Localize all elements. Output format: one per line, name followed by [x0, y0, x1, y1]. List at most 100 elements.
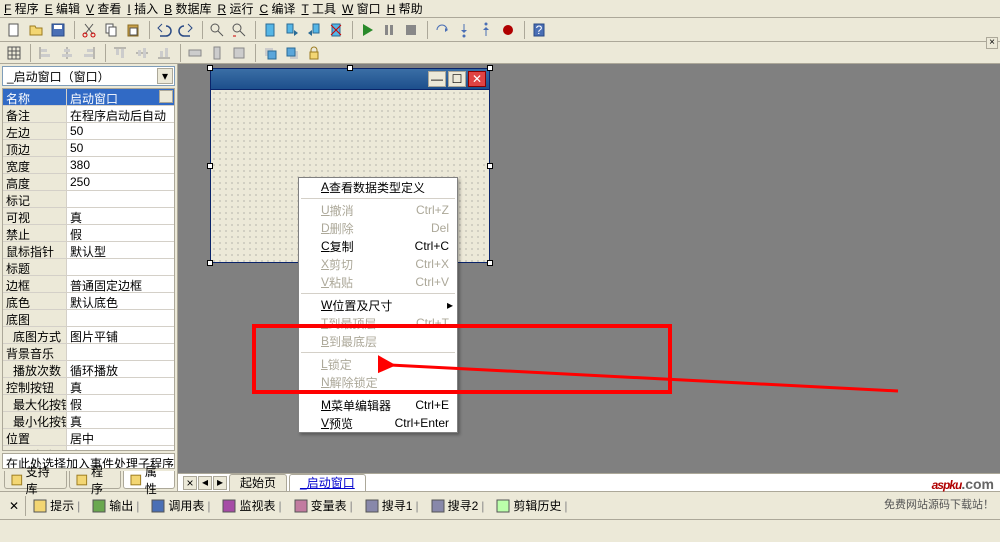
bookmark-clear-icon[interactable] [326, 20, 346, 40]
output-tab-提示[interactable]: 提示 | [28, 496, 85, 516]
panel-close-icon[interactable]: × [986, 37, 998, 49]
property-value[interactable]: 50 [67, 140, 174, 156]
same-height-icon[interactable] [207, 43, 227, 63]
form-titlebar[interactable]: — ☐ ✕ [210, 68, 490, 90]
output-collapse-icon[interactable]: ✕ [4, 496, 26, 516]
dropdown-arrow-icon[interactable]: ▾ [157, 68, 173, 84]
undo-icon[interactable] [154, 20, 174, 40]
resize-handle[interactable] [487, 260, 493, 266]
design-canvas[interactable]: — ☐ ✕ A 查看数据类型定义U 撤消Ctrl+ZD 删除DelC 复制Ctr… [178, 64, 1000, 491]
property-row[interactable]: 可视真 [3, 208, 174, 225]
align-right-icon[interactable] [79, 43, 99, 63]
new-icon[interactable] [4, 20, 24, 40]
output-tab-搜寻2[interactable]: 搜寻2 | [426, 496, 490, 516]
property-row[interactable]: 备注在程序启动后自动 [3, 106, 174, 123]
menu-数据库[interactable]: B 数据库 [164, 0, 211, 17]
tab-close-icon[interactable]: × [183, 476, 197, 490]
step-over-icon[interactable] [432, 20, 452, 40]
panel-tab-属性[interactable]: 属性 [123, 471, 175, 489]
resize-handle[interactable] [487, 65, 493, 71]
same-width-icon[interactable] [185, 43, 205, 63]
property-row[interactable]: 位置居中 [3, 429, 174, 446]
property-value[interactable]: 普通固定边框 [67, 276, 174, 292]
close-icon[interactable]: ✕ [468, 71, 486, 87]
minimize-icon[interactable]: — [428, 71, 446, 87]
property-row[interactable]: 底图 [3, 310, 174, 327]
property-value[interactable]: 默认型 [67, 242, 174, 258]
property-value[interactable]: 图片平铺 [67, 327, 174, 343]
property-value[interactable] [67, 344, 174, 360]
redo-icon[interactable] [176, 20, 196, 40]
property-row[interactable]: 边框普通固定边框 [3, 276, 174, 293]
menu-编辑[interactable]: E 编辑 [45, 0, 80, 17]
property-row[interactable]: 高度250 [3, 174, 174, 191]
property-row[interactable]: 最小化按钮真 [3, 412, 174, 429]
menu-插入[interactable]: I 插入 [127, 0, 158, 17]
step-into-icon[interactable] [454, 20, 474, 40]
property-value[interactable]: 380 [67, 157, 174, 173]
front-icon[interactable] [260, 43, 280, 63]
resize-handle[interactable] [207, 260, 213, 266]
property-row[interactable]: 可否移动真 [3, 446, 174, 451]
property-value[interactable]: 假 [67, 395, 174, 411]
align-middle-icon[interactable] [132, 43, 152, 63]
property-value[interactable]: 居中 [67, 429, 174, 445]
tab-scroll-left-icon[interactable]: ◂ [198, 476, 212, 490]
property-row[interactable]: 最大化按钮假 [3, 395, 174, 412]
menu-编译[interactable]: C 编译 [259, 0, 295, 17]
property-value[interactable]: 默认底色 [67, 293, 174, 309]
property-value[interactable]: 在程序启动后自动 [67, 106, 174, 122]
resize-handle[interactable] [207, 163, 213, 169]
menu-程序[interactable]: F 程序 [4, 0, 39, 17]
property-value[interactable]: 真 [67, 412, 174, 428]
property-value[interactable] [67, 259, 174, 275]
cut-icon[interactable] [79, 20, 99, 40]
find-icon[interactable] [207, 20, 227, 40]
property-value[interactable]: 假 [67, 225, 174, 241]
property-row[interactable]: 播放次数循环播放 [3, 361, 174, 378]
bookmark-prev-icon[interactable] [304, 20, 324, 40]
property-row[interactable]: 鼠标指针默认型 [3, 242, 174, 259]
output-tab-监视表[interactable]: 监视表 | [217, 496, 286, 516]
run-icon[interactable] [357, 20, 377, 40]
property-row[interactable]: 底图方式图片平铺 [3, 327, 174, 344]
file-tab[interactable]: _启动窗口 [289, 474, 366, 491]
bookmark-toggle-icon[interactable] [260, 20, 280, 40]
property-value[interactable]: 真 [67, 208, 174, 224]
help-icon[interactable]: ? [529, 20, 549, 40]
maximize-icon[interactable]: ☐ [448, 71, 466, 87]
property-value[interactable] [67, 310, 174, 326]
panel-tab-支持库[interactable]: 支持库 [4, 471, 67, 489]
paste-icon[interactable] [123, 20, 143, 40]
copy-icon[interactable] [101, 20, 121, 40]
property-value[interactable]: 启动窗口 [67, 89, 174, 105]
menu-查看[interactable]: V 查看 [86, 0, 121, 17]
same-size-icon[interactable] [229, 43, 249, 63]
step-out-icon[interactable] [476, 20, 496, 40]
property-grid[interactable]: 名称启动窗口备注在程序启动后自动左边50顶边50宽度380高度250标记可视真禁… [2, 88, 175, 451]
ctx-位置及尺寸[interactable]: W 位置及尺寸▸ [299, 296, 457, 314]
file-tab[interactable]: 起始页 [229, 474, 287, 491]
property-row[interactable]: 左边50 [3, 123, 174, 140]
align-left-icon[interactable] [35, 43, 55, 63]
property-row[interactable]: 名称启动窗口 [3, 89, 174, 106]
resize-handle[interactable] [207, 65, 213, 71]
property-value[interactable]: 真 [67, 378, 174, 394]
grid-icon[interactable] [4, 43, 24, 63]
property-row[interactable]: 标题 [3, 259, 174, 276]
breakpoint-icon[interactable] [498, 20, 518, 40]
output-tab-变量表[interactable]: 变量表 | [289, 496, 358, 516]
pause-icon[interactable] [379, 20, 399, 40]
ctx-复制[interactable]: C 复制Ctrl+C [299, 237, 457, 255]
menu-运行[interactable]: R 运行 [217, 0, 253, 17]
stop-icon[interactable] [401, 20, 421, 40]
align-bottom-icon[interactable] [154, 43, 174, 63]
property-value[interactable]: 循环播放 [67, 361, 174, 377]
resize-handle[interactable] [347, 65, 353, 71]
output-tab-输出[interactable]: 输出 | [87, 496, 144, 516]
property-row[interactable]: 背景音乐 [3, 344, 174, 361]
bookmark-next-icon[interactable] [282, 20, 302, 40]
output-tab-调用表[interactable]: 调用表 | [146, 496, 215, 516]
align-center-h-icon[interactable] [57, 43, 77, 63]
ctx-预览[interactable]: V 预览Ctrl+Enter [299, 414, 457, 432]
